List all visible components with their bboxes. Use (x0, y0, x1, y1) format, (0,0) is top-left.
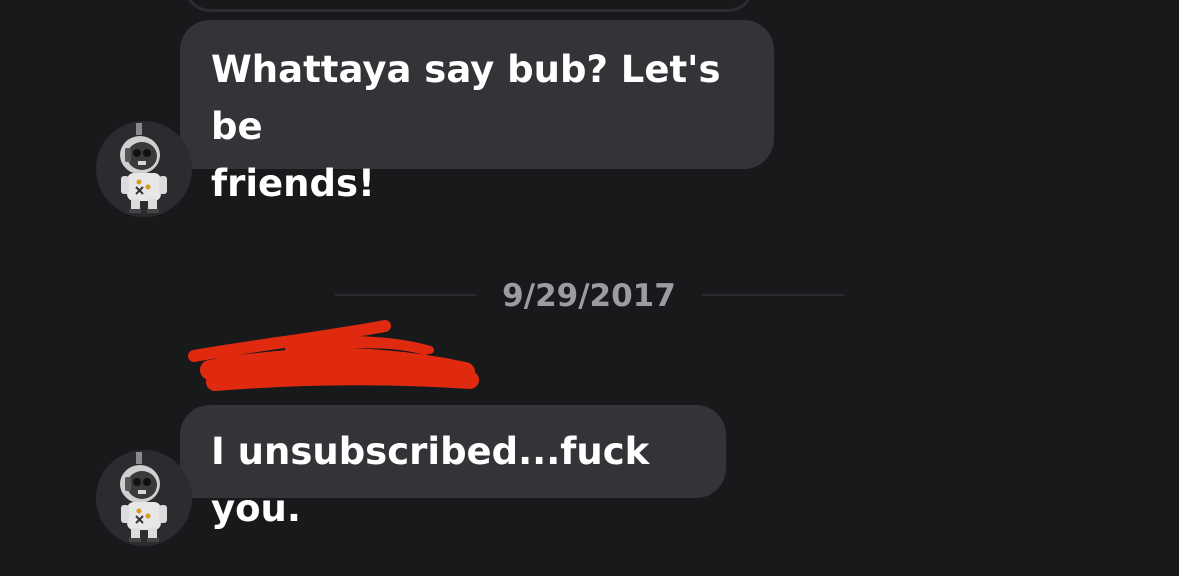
date-label: 9/29/2017 (502, 278, 676, 314)
redaction-scribble (188, 320, 479, 391)
date-separator: 9/29/2017 (0, 274, 1179, 316)
astronaut-skull-avatar-icon[interactable] (96, 121, 192, 217)
separator-line (702, 294, 844, 296)
message-text-line: friends! (211, 162, 375, 205)
separator-line (335, 294, 476, 296)
chat-view: Whattaya say bub? Let's be friends! 9/29… (0, 0, 1179, 576)
message-text: I unsubscribed...fuck you. (211, 430, 650, 530)
message-bubble[interactable]: Whattaya say bub? Let's be friends! (180, 20, 774, 205)
message-text-line: Whattaya say bub? Let's be (211, 48, 721, 148)
astronaut-skull-avatar-icon[interactable] (96, 450, 192, 546)
previous-message-bubble (184, 0, 754, 12)
message-bubble[interactable]: I unsubscribed...fuck you. (180, 405, 726, 530)
